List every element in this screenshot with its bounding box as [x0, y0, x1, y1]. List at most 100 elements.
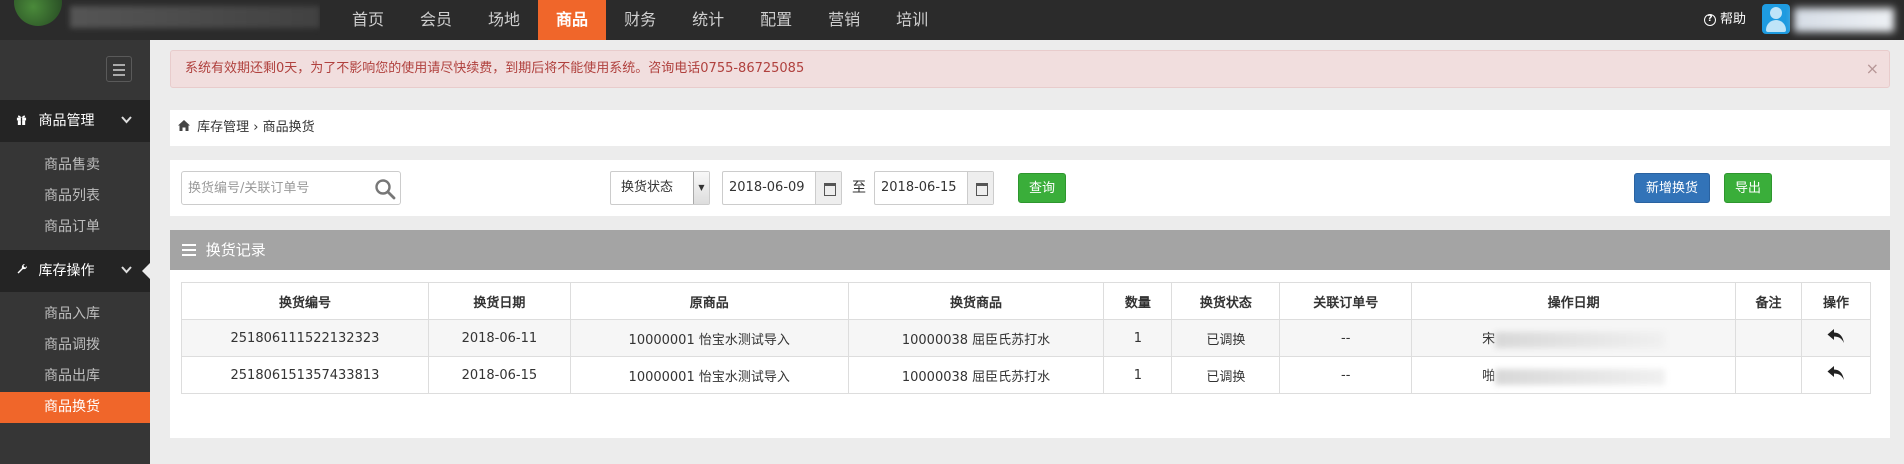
cell-related-order: --	[1279, 356, 1413, 394]
nav-item-venue[interactable]: 场地	[470, 0, 538, 40]
table-row: 251806111522132323 2018-06-11 10000001 怡…	[181, 319, 1872, 357]
help-link[interactable]: ? 帮助	[1704, 0, 1746, 40]
date-range-separator: 至	[852, 180, 866, 196]
main-nav: 首页 会员 场地 商品 财务 统计 配置 营销 培训	[334, 0, 946, 40]
sidebar-group-label: 库存操作	[38, 263, 95, 279]
sidebar-group-label: 商品管理	[38, 113, 95, 129]
logo[interactable]	[0, 0, 320, 40]
search-input[interactable]	[182, 172, 362, 204]
chevron-down-icon: ▼	[693, 172, 709, 204]
cell-exchange-id: 251806151357433813	[181, 356, 429, 394]
cell-exchange-id: 251806111522132323	[181, 319, 429, 357]
sidebar-item-goods-orders[interactable]: 商品订单	[0, 212, 150, 243]
chevron-down-icon	[121, 250, 132, 292]
nav-item-config[interactable]: 配置	[742, 0, 810, 40]
calendar-icon[interactable]	[967, 172, 993, 204]
cell-quantity: 1	[1103, 319, 1173, 357]
nav-item-marketing[interactable]: 营销	[810, 0, 878, 40]
col-original-goods: 原商品	[569, 282, 849, 320]
exchange-status-select[interactable]: 换货状态 ▼	[610, 171, 710, 205]
operator-name: 啪	[1482, 369, 1496, 385]
user-avatar-icon	[1762, 4, 1790, 34]
question-icon: ?	[1704, 14, 1716, 26]
col-exchange-status: 换货状态	[1171, 282, 1281, 320]
panel-title: 换货记录	[205, 241, 266, 259]
user-name-redacted	[1794, 8, 1894, 32]
date-from-input[interactable]: 2018-06-09	[722, 171, 842, 205]
exchange-records-panel: 换货记录 换货编号 换货日期 原商品 换货商品 数量 换货状态 关联订单号 操作…	[170, 230, 1890, 438]
date-from-value: 2018-06-09	[729, 180, 805, 195]
col-exchange-date: 换货日期	[427, 282, 571, 320]
menu-icon-line	[113, 74, 125, 76]
logo-emblem	[14, 0, 62, 26]
col-quantity: 数量	[1103, 282, 1173, 320]
close-icon[interactable]: ×	[1866, 51, 1879, 87]
expiry-alert: 系统有效期还剩0天，为了不影响您的使用请尽快续费，到期后将不能使用系统。咨询电话…	[170, 50, 1890, 88]
calendar-icon[interactable]	[815, 172, 841, 204]
cell-note	[1735, 319, 1802, 357]
col-exchange-id: 换货编号	[181, 282, 429, 320]
help-label: 帮助	[1720, 12, 1747, 27]
sidebar-item-stock-transfer[interactable]: 商品调拨	[0, 330, 150, 361]
undo-icon[interactable]	[1827, 365, 1845, 381]
cell-actions	[1800, 319, 1872, 357]
list-icon	[182, 244, 196, 256]
chevron-down-icon	[121, 100, 132, 142]
nav-item-training[interactable]: 培训	[878, 0, 946, 40]
sidebar: 商品管理 商品售卖 商品列表 商品订单 库存操作 商品入库 商品调拨 商品出库 …	[0, 40, 150, 464]
cell-exchange-goods: 10000038 屈臣氏苏打水	[847, 319, 1105, 357]
cell-related-order: --	[1279, 319, 1413, 357]
logo-name-redacted	[70, 6, 320, 28]
col-exchange-goods: 换货商品	[847, 282, 1105, 320]
cell-status: 已调换	[1171, 319, 1281, 357]
panel-header: 换货记录	[170, 230, 1890, 270]
cell-status: 已调换	[1171, 356, 1281, 394]
search-icon[interactable]	[374, 178, 396, 200]
cell-exchange-date: 2018-06-11	[427, 319, 571, 357]
date-to-input[interactable]: 2018-06-15	[874, 171, 994, 205]
breadcrumb: 库存管理 › 商品换货	[170, 110, 1890, 146]
breadcrumb-separator: ›	[253, 120, 259, 135]
menu-icon-line	[113, 64, 125, 66]
select-value: 换货状态	[621, 180, 674, 195]
user-menu[interactable]	[1760, 2, 1904, 38]
sidebar-item-stock-out[interactable]: 商品出库	[0, 361, 150, 392]
nav-item-home[interactable]: 首页	[334, 0, 402, 40]
nav-item-goods[interactable]: 商品	[538, 0, 607, 40]
redacted-text	[1495, 368, 1666, 385]
cell-original-goods: 10000001 怡宝水测试导入	[569, 319, 849, 357]
nav-item-statistics[interactable]: 统计	[674, 0, 742, 40]
sidebar-item-goods-sale[interactable]: 商品售卖	[0, 150, 150, 181]
sidebar-toggle-button[interactable]	[106, 56, 132, 82]
sidebar-item-stock-in[interactable]: 商品入库	[0, 299, 150, 330]
undo-icon[interactable]	[1827, 328, 1845, 344]
export-button[interactable]: 导出	[1724, 173, 1772, 203]
cell-note	[1735, 356, 1802, 394]
cell-quantity: 1	[1103, 356, 1173, 394]
nav-item-members[interactable]: 会员	[402, 0, 470, 40]
sidebar-group-goods-management[interactable]: 商品管理	[0, 100, 150, 142]
gift-icon	[16, 100, 30, 142]
table-header-row: 换货编号 换货日期 原商品 换货商品 数量 换货状态 关联订单号 操作日期 备注…	[181, 282, 1872, 320]
cell-actions	[1800, 356, 1872, 394]
sidebar-item-goods-exchange[interactable]: 商品换货	[0, 392, 150, 423]
sidebar-item-goods-list[interactable]: 商品列表	[0, 181, 150, 212]
operator-name: 宋	[1482, 332, 1496, 348]
filter-bar: 换货状态 ▼ 2018-06-09 至 2018-06-15 查询 新增换货 导…	[170, 160, 1890, 216]
cell-original-goods: 10000001 怡宝水测试导入	[569, 356, 849, 394]
menu-icon-line	[113, 69, 125, 71]
alert-text: 系统有效期还剩0天，为了不影响您的使用请尽快续费，到期后将不能使用系统。咨询电话…	[185, 61, 805, 76]
breadcrumb-current: 商品换货	[262, 120, 315, 135]
date-to-value: 2018-06-15	[881, 180, 957, 195]
breadcrumb-root[interactable]: 库存管理	[197, 120, 249, 135]
cell-exchange-goods: 10000038 屈臣氏苏打水	[847, 356, 1105, 394]
col-operation-date: 操作日期	[1411, 282, 1737, 320]
cell-exchange-date: 2018-06-15	[427, 356, 571, 394]
nav-item-finance[interactable]: 财务	[606, 0, 674, 40]
col-note: 备注	[1735, 282, 1802, 320]
query-button[interactable]: 查询	[1018, 173, 1066, 203]
add-exchange-button[interactable]: 新增换货	[1634, 173, 1710, 203]
wrench-icon	[16, 250, 30, 292]
col-related-order: 关联订单号	[1279, 282, 1413, 320]
sidebar-group-inventory[interactable]: 库存操作	[0, 250, 150, 292]
